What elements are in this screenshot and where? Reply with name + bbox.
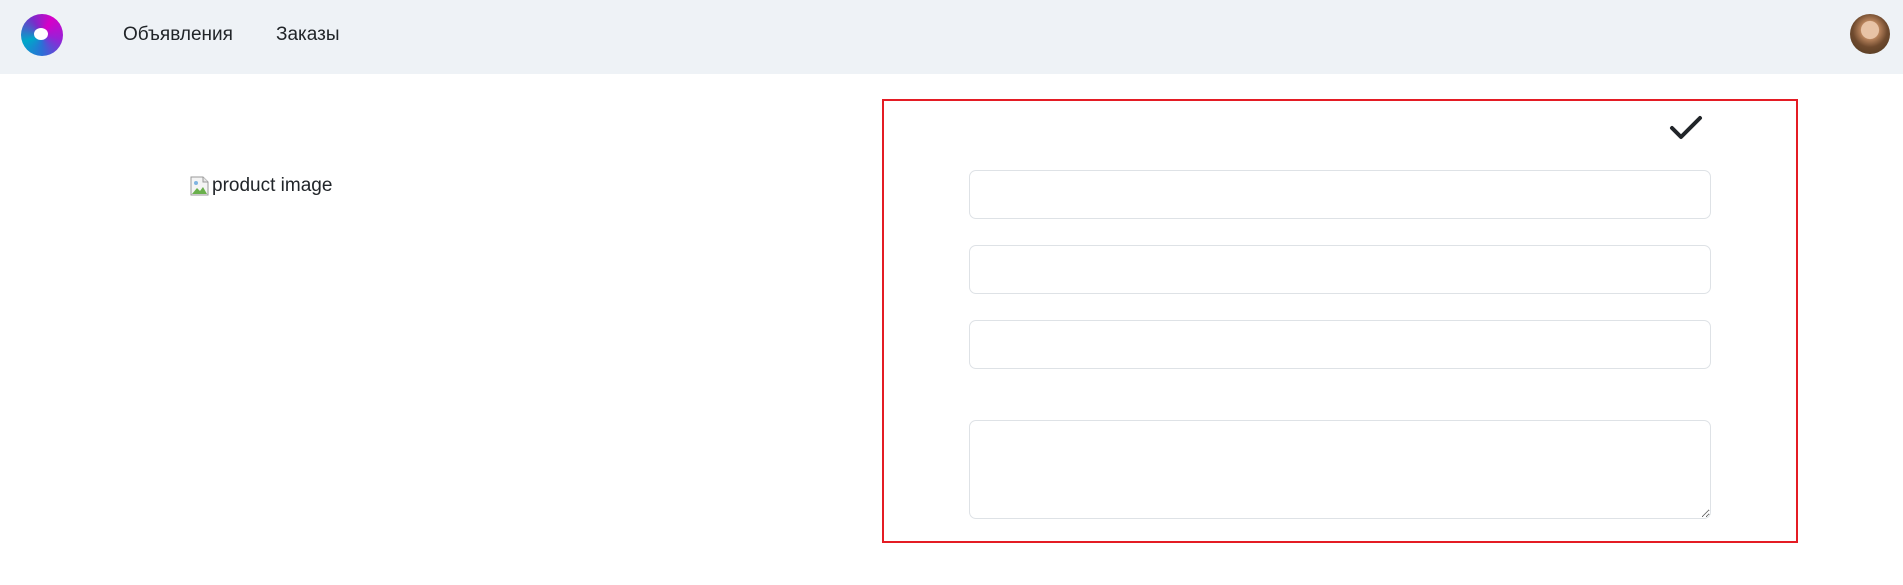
broken-image-icon bbox=[190, 175, 210, 197]
top-navbar: Объявления Заказы bbox=[0, 0, 1903, 74]
product-image-alt-text: product image bbox=[212, 175, 333, 196]
form-field-1[interactable] bbox=[969, 170, 1711, 219]
nav-link-ads[interactable]: Объявления bbox=[123, 24, 233, 46]
description-textarea[interactable] bbox=[969, 420, 1711, 519]
app-logo-icon[interactable] bbox=[21, 14, 63, 56]
form-field-3[interactable] bbox=[969, 320, 1711, 369]
product-image: product image bbox=[190, 172, 332, 200]
nav-link-orders[interactable]: Заказы bbox=[276, 24, 340, 46]
user-avatar[interactable] bbox=[1850, 14, 1890, 54]
checkmark-icon[interactable] bbox=[1668, 112, 1704, 144]
form-field-2[interactable] bbox=[969, 245, 1711, 294]
